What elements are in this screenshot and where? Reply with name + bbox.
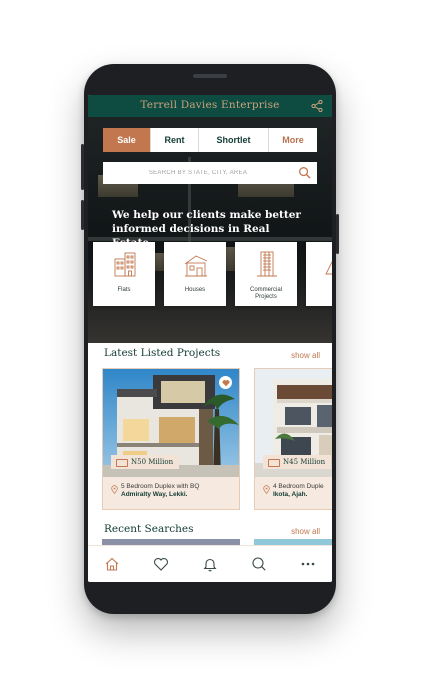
heart-filled-icon: [222, 379, 229, 386]
side-button: [336, 214, 339, 254]
recent-searches-title: Recent Searches: [104, 523, 194, 535]
bell-icon: [203, 558, 217, 572]
bottom-navigation: [88, 545, 332, 582]
category-houses[interactable]: Houses: [164, 242, 226, 306]
tab-rent[interactable]: Rent: [151, 128, 199, 152]
heart-icon: [154, 558, 169, 571]
listing-type-tabs: Sale Rent Shortlet More: [103, 128, 317, 152]
nav-notifications[interactable]: [198, 552, 222, 576]
volume-button: [81, 144, 84, 190]
flats-building-icon: [114, 252, 136, 277]
power-button: [81, 200, 84, 230]
property-description: 5 Bedroom Duplex with BQ: [121, 483, 200, 490]
property-location: Ikota, Ajah.: [273, 491, 308, 498]
nav-home[interactable]: [100, 552, 124, 576]
category-row: Flats Houses Commercial Projects: [88, 242, 332, 310]
search-input[interactable]: [103, 162, 293, 184]
price-tag-icon: [268, 459, 280, 467]
search-bar: [103, 162, 317, 184]
more-icon: [301, 562, 314, 566]
phone-frame: Terrell Davies Enterprise Sale Rent Shor…: [81, 64, 339, 614]
price-badge: N50 Million: [111, 455, 180, 469]
tab-more[interactable]: More: [269, 128, 317, 152]
nav-more[interactable]: [296, 552, 320, 576]
category-flats[interactable]: Flats: [93, 242, 155, 306]
app-bar: Terrell Davies Enterprise: [88, 95, 332, 117]
search-icon[interactable]: [298, 166, 311, 179]
nav-search[interactable]: [247, 552, 271, 576]
tab-sale[interactable]: Sale: [103, 128, 151, 152]
property-price: N45 Million: [283, 458, 326, 466]
property-location: Admiralty Way, Lekki.: [121, 491, 188, 498]
share-icon[interactable]: [310, 99, 324, 113]
property-card[interactable]: N50 Million 5 Bedroom Duplex with BQ Adm…: [102, 368, 240, 510]
app-title: Terrell Davies Enterprise: [140, 99, 280, 111]
price-tag-icon: [116, 459, 128, 467]
category-land[interactable]: [306, 242, 332, 306]
property-card[interactable]: N45 Million 4 Bedroom Duple Ikota, Ajah.: [254, 368, 332, 510]
category-label: Commercial Projects: [249, 287, 282, 300]
property-description: 4 Bedroom Duple: [273, 483, 324, 490]
house-icon: [184, 255, 208, 277]
property-price: N50 Million: [131, 458, 174, 466]
commercial-tower-icon: [257, 251, 277, 277]
category-label: Flats: [117, 287, 131, 293]
nav-favorites[interactable]: [149, 552, 173, 576]
recent-show-all-link[interactable]: show all: [291, 527, 320, 536]
category-commercial-projects[interactable]: Commercial Projects: [235, 242, 297, 306]
favorite-toggle[interactable]: [219, 376, 232, 389]
latest-projects-title: Latest Listed Projects: [104, 347, 221, 359]
land-icon: [325, 260, 332, 275]
category-label: Houses: [184, 287, 206, 293]
price-badge: N45 Million: [263, 455, 332, 469]
location-pin-icon: [111, 485, 118, 494]
tab-shortlet[interactable]: Shortlet: [199, 128, 269, 152]
location-pin-icon: [263, 485, 270, 494]
latest-show-all-link[interactable]: show all: [291, 351, 320, 360]
search-icon: [252, 557, 266, 571]
earpiece-speaker: [193, 74, 227, 78]
home-icon: [106, 557, 119, 571]
app-screen: Terrell Davies Enterprise Sale Rent Shor…: [88, 95, 332, 582]
